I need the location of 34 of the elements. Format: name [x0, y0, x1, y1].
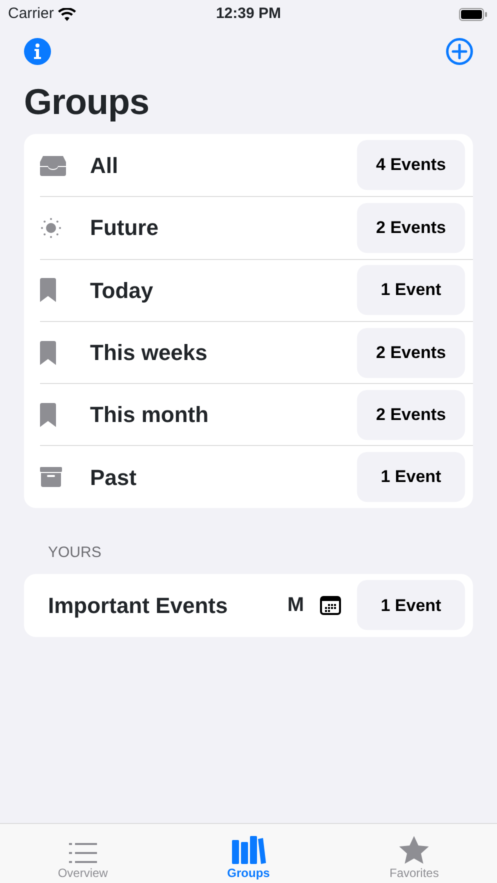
- calendar-icon: [320, 596, 341, 615]
- event-count-button[interactable]: 2 Events: [357, 328, 465, 378]
- event-count-button[interactable]: 2 Events: [357, 202, 465, 253]
- list-icon: [68, 842, 97, 864]
- carrier-name: Carrier: [8, 4, 54, 24]
- bookmark-icon: [40, 402, 56, 427]
- add-button[interactable]: [446, 38, 473, 64]
- archive-box-icon: [40, 467, 62, 488]
- wifi-icon: [58, 8, 76, 21]
- group-name: This weeks: [90, 339, 208, 368]
- tray-icon: [40, 154, 66, 176]
- status-time: 12:39 PM: [216, 5, 282, 22]
- bookmark-icon: [40, 278, 56, 302]
- tab-bar-item[interactable]: Groups: [166, 824, 332, 883]
- star-icon: [399, 836, 430, 864]
- group-name: All: [90, 152, 120, 180]
- info-button[interactable]: [24, 38, 51, 64]
- event-count-button[interactable]: 1 Event: [357, 452, 465, 502]
- group-name: Past: [90, 464, 138, 492]
- group-name: Important Events: [48, 592, 229, 620]
- event-count-button[interactable]: 1 Event: [357, 265, 465, 316]
- sun-icon: [40, 216, 62, 239]
- battery-icon: [459, 8, 487, 21]
- bookmark-icon: [40, 340, 56, 365]
- event-count-button[interactable]: 2 Events: [357, 390, 465, 440]
- books-icon: [232, 836, 266, 864]
- group-name: Future: [90, 214, 160, 242]
- event-count-button[interactable]: 1 Event: [357, 580, 465, 630]
- group-name: Today: [90, 276, 154, 305]
- page-title: Groups: [24, 80, 150, 124]
- group-name: This month: [90, 401, 210, 430]
- event-count-button[interactable]: 4 Events: [357, 140, 465, 190]
- section-header: YOURS: [48, 542, 102, 563]
- group-letter: M: [287, 593, 304, 618]
